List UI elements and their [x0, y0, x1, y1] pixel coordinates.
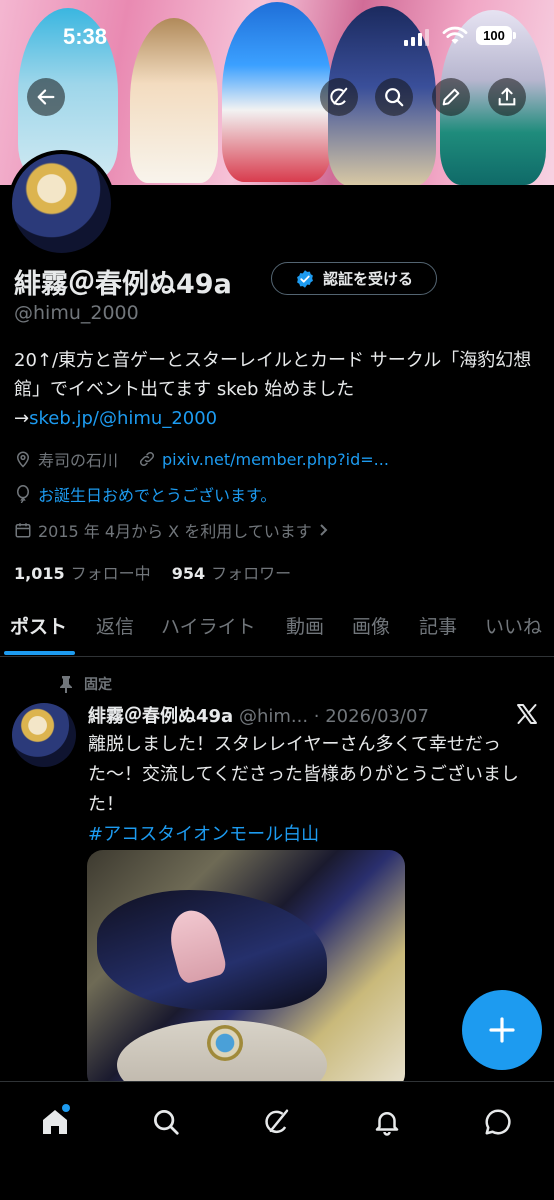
birthday-row: お誕生日おめでとうございます。 — [14, 482, 276, 506]
messages-icon — [485, 1109, 511, 1135]
grok-icon — [330, 87, 348, 106]
plus-icon — [489, 1017, 515, 1043]
profile-meta-row: 寿司の石川 pixiv.net/member.php?id=... — [14, 447, 389, 471]
profile-avatar[interactable] — [8, 150, 115, 257]
post-media-image[interactable] — [87, 850, 405, 1090]
post-hashtag[interactable]: #アコスタイオンモール白山 — [88, 824, 319, 845]
followers-link[interactable]: 954 フォロワー — [172, 564, 291, 583]
back-icon — [37, 89, 55, 105]
notifications-icon — [375, 1112, 399, 1136]
get-verified-label: 認証を受ける — [322, 270, 413, 288]
status-time: 5:38 — [63, 24, 108, 49]
verified-badge-icon — [297, 269, 313, 288]
signal-icon — [404, 28, 429, 46]
following-label: フォロー中 — [70, 564, 151, 583]
compose-post-button[interactable] — [462, 990, 542, 1070]
nav-grok[interactable] — [257, 1102, 297, 1142]
active-tab-indicator — [4, 651, 75, 655]
back-button[interactable] — [27, 78, 65, 116]
profile-location: 寿司の石川 — [38, 451, 119, 470]
x-logo-icon[interactable] — [515, 702, 539, 726]
post-header: 緋霧＠春例ぬ49a @him... · 2026/03/07 — [88, 702, 429, 728]
profile-display-name: 緋霧＠春例ぬ49a — [14, 269, 232, 300]
post-text: 離脱しました！スタレレイヤーさん多くて幸せだった〜！交流してくださった皆様ありが… — [88, 730, 538, 850]
joined-row[interactable]: 2015 年 4月から X を利用しています — [14, 518, 336, 542]
tab-likes[interactable]: いいね — [485, 612, 542, 639]
followers-count: 954 — [171, 564, 206, 583]
tab-highlights[interactable]: ハイライト — [161, 612, 256, 639]
grok-icon — [265, 1109, 289, 1134]
edit-button[interactable] — [432, 78, 470, 116]
nav-notifications[interactable] — [367, 1102, 407, 1142]
get-verified-button[interactable]: 認証を受ける — [271, 262, 437, 295]
nav-search[interactable] — [146, 1102, 186, 1142]
grok-button[interactable] — [320, 78, 358, 116]
search-icon — [154, 1110, 179, 1135]
profile-bio: 20↑/東方と音ゲーとスターレイルとカード サークル「海豹幻想館」でイベント出て… — [14, 346, 540, 433]
bottom-navigation — [0, 1081, 554, 1200]
tab-articles[interactable]: 記事 — [419, 612, 457, 639]
battery-indicator: 100 — [476, 26, 516, 45]
image-eye — [207, 1025, 243, 1061]
profile-tabs: ポスト 返信 ハイライト 動画 画像 記事 いいね — [0, 600, 554, 657]
nav-messages[interactable] — [478, 1102, 518, 1142]
pinned-indicator: 固定 — [58, 674, 112, 694]
following-link[interactable]: 1,015 フォロー中 — [14, 564, 151, 583]
home-notification-dot — [62, 1104, 70, 1112]
followers-label: フォロワー — [211, 564, 292, 583]
profile-joined: 2015 年 4月から X を利用しています — [38, 522, 312, 541]
chevron-right-icon — [320, 524, 328, 536]
profile-handle: @himu_2000 — [14, 302, 139, 324]
profile-website[interactable]: pixiv.net/member.php?id=... — [162, 450, 389, 469]
link-icon — [140, 451, 155, 467]
search-button[interactable] — [375, 78, 413, 116]
balloon-icon — [17, 485, 29, 504]
follow-stats: 1,015 フォロー中 954 フォロワー — [14, 560, 291, 584]
share-button[interactable] — [488, 78, 526, 116]
bio-link[interactable]: skeb.jp/@himu_2000 — [29, 408, 217, 429]
post-handle-date: @him... · 2026/03/07 — [238, 706, 429, 727]
profile-birthday[interactable]: お誕生日おめでとうございます。 — [38, 482, 276, 506]
search-icon — [385, 88, 404, 107]
tab-images[interactable]: 画像 — [352, 612, 390, 639]
tab-videos[interactable]: 動画 — [286, 612, 324, 639]
wifi-icon — [442, 26, 468, 44]
pin-icon — [60, 676, 72, 693]
post-body: 離脱しました！スタレレイヤーさん多くて幸せだった〜！交流してくださった皆様ありが… — [88, 734, 519, 815]
post-author-avatar[interactable] — [12, 703, 76, 767]
calendar-icon — [15, 523, 31, 538]
following-count: 1,015 — [14, 564, 65, 583]
post-author-name[interactable]: 緋霧＠春例ぬ49a — [88, 706, 233, 727]
location-icon — [16, 451, 30, 468]
pinned-label: 固定 — [84, 677, 112, 693]
tab-posts[interactable]: ポスト — [10, 612, 67, 639]
status-bar: 5:38 100 — [0, 0, 554, 56]
tab-replies[interactable]: 返信 — [96, 612, 134, 639]
share-icon — [498, 87, 516, 106]
edit-icon — [442, 88, 460, 106]
